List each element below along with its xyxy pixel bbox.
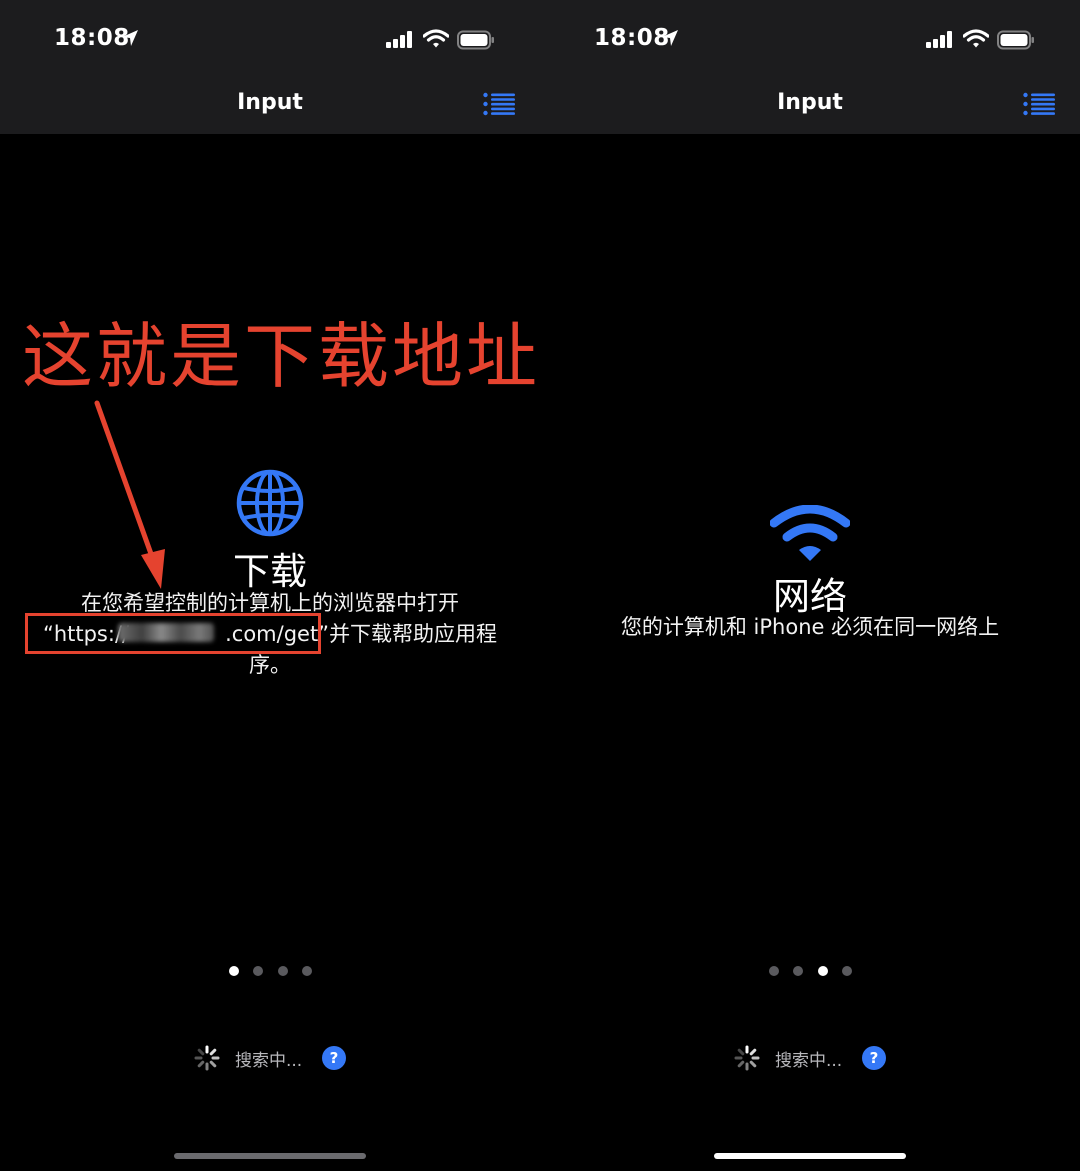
globe-icon — [236, 469, 304, 537]
page-dot-3[interactable] — [278, 966, 288, 976]
help-icon[interactable]: ? — [862, 1046, 886, 1070]
page-description-line3: 序。 — [249, 653, 291, 677]
annotation-arrow-icon — [94, 400, 165, 589]
top-bar: 18:08 Input — [540, 0, 1080, 134]
page-dot-4[interactable] — [302, 966, 312, 976]
page-indicator — [0, 966, 540, 978]
page-indicator — [540, 966, 1080, 978]
battery-icon — [997, 30, 1034, 50]
annotation-heading: 这就是下载地址 — [22, 315, 541, 398]
left-screen: 18:08 Input 下载 在您希望控制的计算机上的浏览器中打开 “https… — [0, 0, 540, 1171]
page-description: 您的计算机和 iPhone 必须在同一网络上 — [620, 615, 1000, 639]
status-time: 18:08 — [54, 25, 130, 51]
wifi-icon — [770, 505, 850, 561]
page-dot-2[interactable] — [253, 966, 263, 976]
status-time: 18:08 — [594, 25, 670, 51]
page-dot-1[interactable] — [229, 966, 239, 976]
page-dot-4[interactable] — [842, 966, 852, 976]
location-arrow-icon — [662, 30, 678, 46]
cellular-signal-icon — [926, 31, 952, 48]
spinner-icon — [734, 1045, 760, 1071]
wifi-status-icon — [423, 29, 449, 48]
wifi-status-icon — [963, 29, 989, 48]
cellular-signal-icon — [386, 31, 412, 48]
page-dot-1[interactable] — [769, 966, 779, 976]
nav-title: Input — [237, 90, 303, 115]
location-arrow-icon — [122, 30, 138, 46]
annotation-highlight-box — [25, 613, 321, 654]
list-icon[interactable] — [1023, 92, 1055, 116]
page-dot-3[interactable] — [818, 966, 828, 976]
battery-icon — [457, 30, 494, 50]
spinner-icon — [194, 1045, 220, 1071]
page-heading: 下载 — [233, 550, 307, 593]
searching-label: 搜索中... — [775, 1051, 843, 1071]
list-icon[interactable] — [483, 92, 515, 116]
top-bar: 18:08 Input — [0, 0, 540, 134]
searching-label: 搜索中... — [235, 1051, 303, 1071]
right-screen: 18:08 Input 网络 您的计算机和 iPhone 必须在同一网络上 搜索… — [540, 0, 1080, 1171]
home-indicator — [174, 1153, 366, 1159]
page-description-rest: 并下载帮助应用程 — [329, 622, 498, 646]
home-indicator — [714, 1153, 906, 1159]
help-icon[interactable]: ? — [322, 1046, 346, 1070]
page-dot-2[interactable] — [793, 966, 803, 976]
nav-title: Input — [777, 90, 843, 115]
